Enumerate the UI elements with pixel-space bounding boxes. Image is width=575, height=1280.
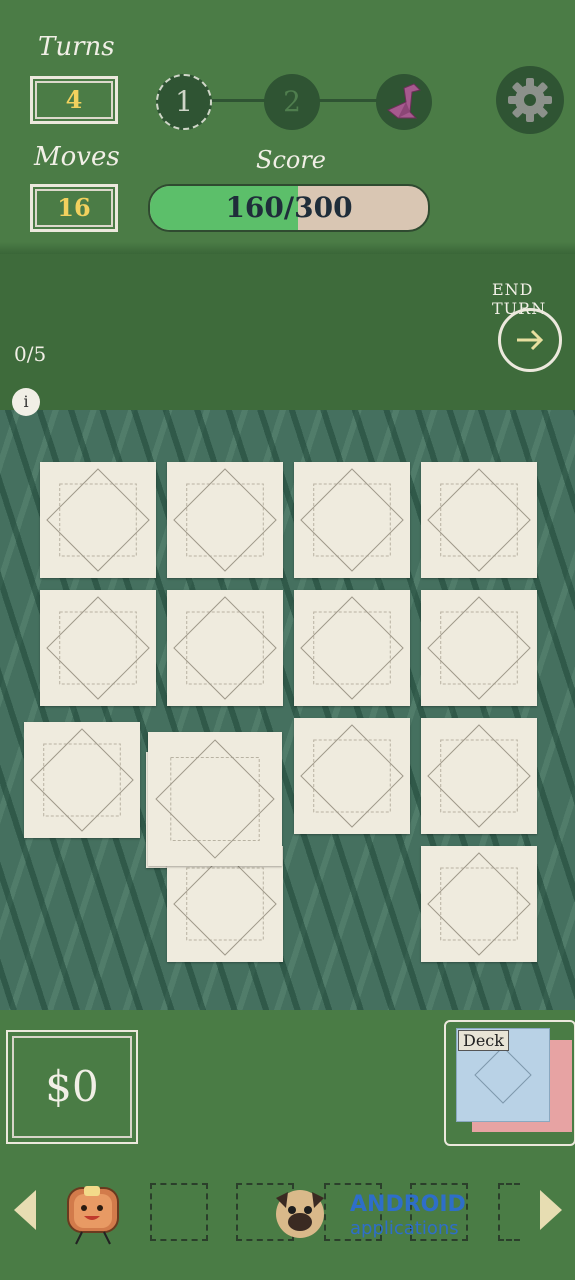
moves-box: 16	[30, 184, 118, 232]
item-slot-5[interactable]	[498, 1183, 520, 1241]
turn-band	[0, 248, 575, 410]
card-tile[interactable]	[294, 462, 410, 578]
origami-bird-icon	[387, 83, 421, 119]
card-tile[interactable]	[148, 732, 282, 866]
card-tile[interactable]	[167, 462, 283, 578]
card-tile[interactable]	[421, 590, 537, 706]
stage-label-1: 1	[175, 85, 193, 118]
card-diamond-icon	[427, 724, 531, 828]
card-tile[interactable]	[167, 590, 283, 706]
card-diamond-icon	[46, 468, 150, 572]
watermark-line2: applications	[350, 1218, 459, 1239]
scroll-left-button[interactable]	[10, 1188, 40, 1236]
gear-icon	[508, 78, 552, 122]
score-label: Score	[256, 146, 327, 174]
card-tile[interactable]	[40, 462, 156, 578]
card-diamond-icon	[300, 724, 404, 828]
android-pug-icon	[276, 1190, 324, 1238]
card-diamond-icon	[427, 852, 531, 956]
money-value: $0	[45, 1062, 99, 1111]
stage-node-final[interactable]	[376, 74, 432, 130]
card-diamond-icon	[155, 739, 275, 859]
hand-counter: 0/5	[14, 342, 47, 366]
card-tile[interactable]	[421, 718, 537, 834]
card-diamond-icon	[300, 468, 404, 572]
chevron-right-icon	[540, 1190, 562, 1230]
card-diamond-icon	[46, 596, 150, 700]
item-slot-1[interactable]	[150, 1183, 208, 1241]
arrow-right-icon	[517, 329, 544, 351]
moves-label: Moves	[34, 142, 120, 172]
scroll-right-button[interactable]	[536, 1188, 566, 1236]
turns-value: 4	[65, 85, 83, 114]
pug-mascot	[270, 1184, 330, 1244]
chevron-left-icon	[14, 1190, 36, 1230]
stage-label-2: 2	[283, 85, 301, 118]
card-tile[interactable]	[421, 462, 537, 578]
card-diamond-icon	[30, 728, 134, 832]
card-diamond-icon	[173, 596, 277, 700]
moves-value: 16	[57, 193, 91, 222]
card-diamond-icon	[300, 596, 404, 700]
card-tile[interactable]	[294, 590, 410, 706]
settings-button[interactable]	[496, 66, 564, 134]
turns-box: 4	[30, 76, 118, 124]
turns-label: Turns	[38, 32, 115, 62]
score-text: 160/300	[225, 191, 353, 224]
card-tile[interactable]	[40, 590, 156, 706]
stage-node-1[interactable]: 1	[156, 74, 212, 130]
info-label: i	[23, 392, 29, 411]
card-diamond-icon	[427, 596, 531, 700]
torn-edge	[0, 242, 575, 254]
score-bar: 160/300	[148, 184, 430, 232]
card-tile[interactable]	[294, 718, 410, 834]
card-tile[interactable]	[24, 722, 140, 838]
deck-label: Deck	[458, 1030, 509, 1051]
toast-character[interactable]	[60, 1180, 126, 1246]
money-panel: $0	[6, 1030, 138, 1144]
watermark-line1: ANDROID	[350, 1192, 466, 1217]
stage-node-2[interactable]: 2	[264, 74, 320, 130]
card-diamond-icon	[427, 468, 531, 572]
info-button[interactable]: i	[12, 388, 40, 416]
toast-character-icon	[67, 1186, 119, 1245]
card-diamond-icon	[173, 468, 277, 572]
end-turn-button[interactable]	[498, 308, 562, 372]
card-tile[interactable]	[421, 846, 537, 962]
